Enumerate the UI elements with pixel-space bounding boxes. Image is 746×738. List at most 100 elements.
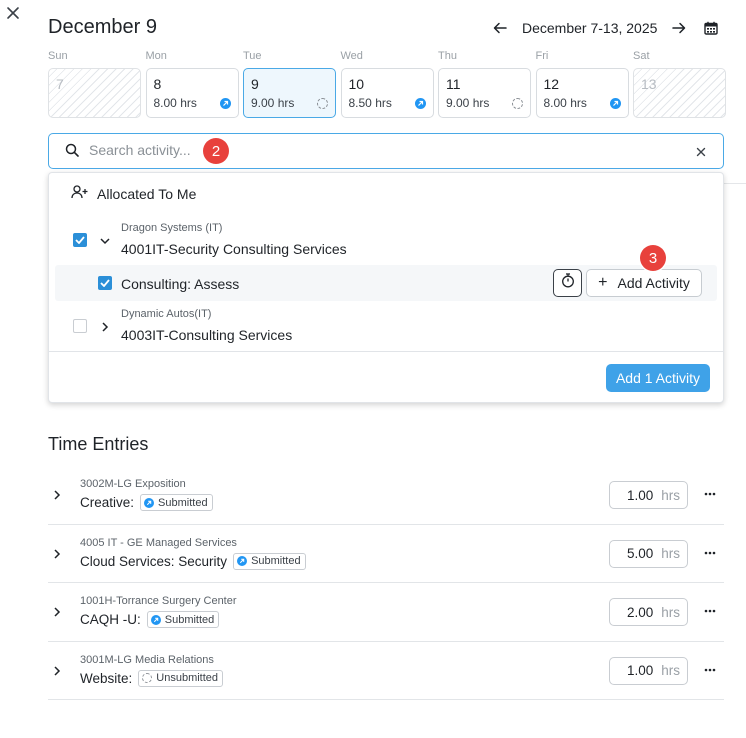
entry-activity-label: Cloud Services: Security [80,553,228,569]
step-marker-3: 3 [640,245,666,271]
status-text: Submitted [251,555,301,567]
hours-unit: hrs [661,546,680,561]
entry-activity: Creative: Submitted [80,494,213,511]
stopwatch-icon [561,273,575,293]
entry-activity-label: CAQH -U: [80,612,141,627]
entry-activity: Website: Unsubmitted [80,669,224,687]
activity-label: Consulting: Assess [121,276,240,292]
search-input[interactable] [89,142,649,158]
time-entries-list: 3002M-LG Exposition Creative: Submitted … [48,466,724,700]
day-number: 8 [153,76,162,92]
close-icon[interactable] [6,6,20,20]
entry-activity: Cloud Services: Security Submitted [80,552,306,570]
project-checkbox[interactable] [73,319,87,333]
allocated-section-header: Allocated To Me [71,185,196,202]
add-activity-button[interactable]: + Add Activity [586,269,702,297]
chevron-down-icon[interactable] [99,234,111,246]
chevron-right-icon[interactable] [99,320,111,332]
submitted-status-icon [414,98,426,109]
submitted-status-icon [150,614,161,625]
entry-project: 4005 IT - GE Managed Services [80,536,237,549]
activity-dropdown: Allocated To Me Dragon Systems (IT) 4001… [48,172,724,403]
time-entry-row: 3001M-LG Media Relations Website: Unsubm… [48,642,724,700]
project-checkbox[interactable] [73,233,87,247]
hours-value: 5.00 [626,546,654,561]
day-card[interactable]: 11 9.00 hrs [438,68,531,118]
hours-input[interactable]: 5.00 hrs [609,539,688,568]
status-text: Submitted [164,613,215,626]
add-activities-button[interactable]: Add 1 Activity [606,364,710,392]
day-card[interactable]: 10 8.50 hrs [340,68,434,118]
activity-checkbox[interactable] [98,276,112,290]
day-number: 9 [251,76,259,92]
day-card[interactable]: 13 [633,68,726,118]
hours-input[interactable]: 1.00 hrs [609,481,688,509]
day-sun: Sun 7 [48,50,141,118]
next-week-arrow-icon[interactable] [669,18,689,38]
day-sat: Sat 13 [633,50,726,118]
timer-button[interactable] [553,269,582,297]
submitted-status-icon [219,98,231,109]
entry-activity-label: Website: [80,670,133,686]
chevron-right-icon[interactable] [52,488,62,500]
entry-project: 3002M-LG Exposition [80,478,186,490]
divider [49,351,723,352]
chevron-right-icon[interactable] [52,664,62,676]
day-wed: Wed 10 8.50 hrs [340,50,434,118]
user-add-icon [71,185,97,202]
more-options-icon[interactable] [702,603,718,619]
day-card[interactable]: 12 8.00 hrs [535,68,629,118]
clear-search-icon[interactable] [695,145,707,157]
status-badge: Submitted [146,611,220,628]
day-card-selected[interactable]: 9 9.00 hrs [243,68,336,118]
hours-input[interactable]: 1.00 hrs [609,656,688,685]
hours-value: 1.00 [626,487,654,503]
divider [724,183,746,184]
more-options-icon[interactable] [702,545,718,561]
more-options-icon[interactable] [702,486,718,502]
week-range: December 7-13, 2025 [522,20,658,36]
unsubmitted-status-icon [512,98,523,109]
project-name: 4001IT-Security Consulting Services [121,241,347,257]
status-text: Unsubmitted [156,672,219,684]
status-badge: Submitted [233,552,306,570]
hours-unit: hrs [661,487,680,503]
chevron-right-icon[interactable] [52,605,62,617]
status-text: Submitted [158,496,208,509]
day-fri: Fri 12 8.00 hrs [535,50,629,118]
day-name: Wed [340,50,363,62]
search-icon [65,143,79,162]
day-mon: Mon 8 8.00 hrs [145,50,239,118]
day-card[interactable]: 8 8.00 hrs [145,68,239,118]
day-thu: Thu 11 9.00 hrs [438,50,531,118]
day-card[interactable]: 7 [48,68,141,118]
time-entry-row: 4005 IT - GE Managed Services Cloud Serv… [48,525,724,583]
day-name: Sat [633,50,650,62]
submitted-status-icon [609,98,621,109]
submitted-status-icon [144,497,155,508]
hours-unit: hrs [661,604,680,620]
project-name: 4003IT-Consulting Services [121,327,293,343]
entry-activity-label: Creative: [80,495,135,510]
project-client: Dragon Systems (IT) [121,222,223,234]
status-badge: Submitted [140,494,213,511]
chevron-right-icon[interactable] [52,547,62,559]
entry-activity: CAQH -U: Submitted [80,611,220,628]
week-navigator: December 7-13, 2025 [490,18,689,38]
day-number: 7 [56,76,64,92]
day-number: 10 [348,76,365,92]
calendar-icon[interactable] [702,19,720,37]
plus-icon: + [598,274,608,291]
unsubmitted-status-icon [317,98,328,109]
hours-value: 1.00 [626,663,654,678]
prev-week-arrow-icon[interactable] [490,18,510,38]
day-name: Thu [438,50,457,62]
hours-value: 2.00 [626,604,654,620]
time-entry-row: 3002M-LG Exposition Creative: Submitted … [48,466,724,525]
section-title: Allocated To Me [97,185,197,202]
status-badge: Unsubmitted [138,669,224,687]
hours-input[interactable]: 2.00 hrs [609,598,688,626]
day-number: 11 [446,76,461,92]
more-options-icon[interactable] [702,662,718,678]
page-title: December 9 [48,16,157,38]
